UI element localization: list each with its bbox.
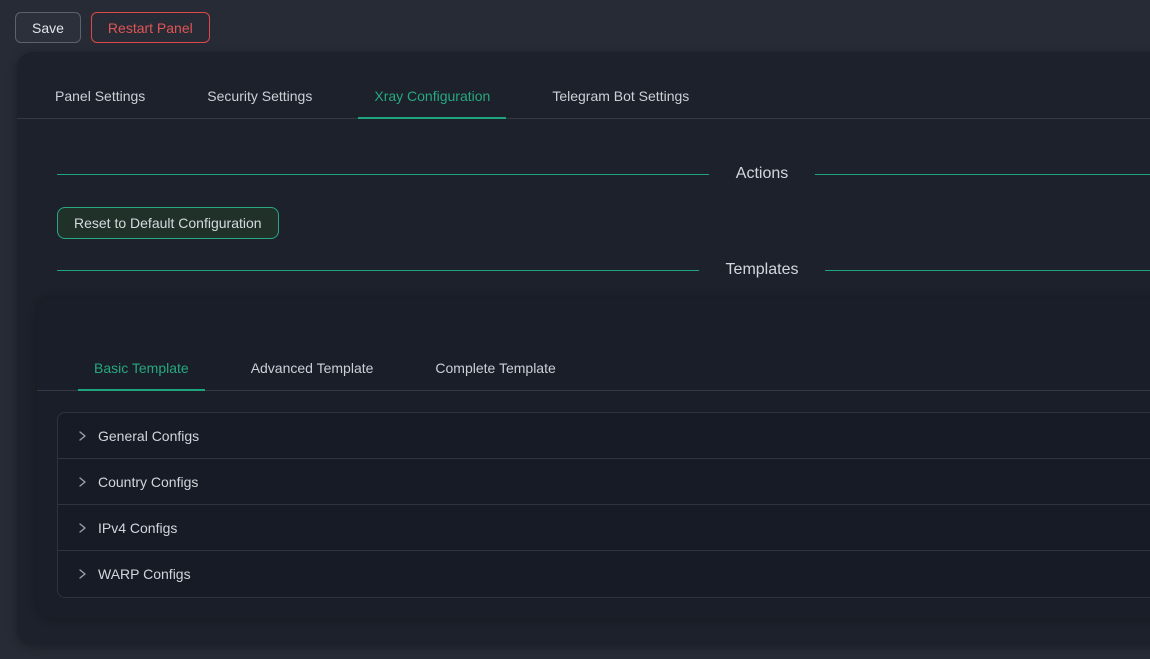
collapse-item-warp-configs[interactable]: WARP Configs <box>58 551 1150 597</box>
tab-xray-configuration[interactable]: Xray Configuration <box>358 74 506 118</box>
collapse-item-label: IPv4 Configs <box>98 520 177 536</box>
collapse-item-label: Country Configs <box>98 474 198 490</box>
tab-basic-template[interactable]: Basic Template <box>78 346 205 390</box>
collapse-item-label: WARP Configs <box>98 566 191 582</box>
xray-configuration-panel: Actions Reset to Default Configuration T… <box>17 163 1150 281</box>
tab-panel-settings[interactable]: Panel Settings <box>39 74 161 118</box>
templates-divider-label: Templates <box>726 259 799 281</box>
actions-divider-label: Actions <box>736 163 788 185</box>
reset-default-configuration-button[interactable]: Reset to Default Configuration <box>57 207 279 239</box>
save-button[interactable]: Save <box>15 12 81 43</box>
templates-card: Basic Template Advanced Template Complet… <box>37 298 1150 619</box>
chevron-right-icon <box>76 522 88 534</box>
chevron-right-icon <box>76 568 88 580</box>
tab-advanced-template[interactable]: Advanced Template <box>235 346 390 390</box>
templates-divider: Templates <box>57 259 1150 281</box>
chevron-right-icon <box>76 430 88 442</box>
restart-panel-button[interactable]: Restart Panel <box>91 12 210 43</box>
collapse-item-label: General Configs <box>98 428 199 444</box>
tab-telegram-bot-settings[interactable]: Telegram Bot Settings <box>536 74 705 118</box>
collapse-item-general-configs[interactable]: General Configs <box>58 413 1150 459</box>
settings-tabbar: Panel Settings Security Settings Xray Co… <box>17 52 1150 119</box>
collapse-item-ipv4-configs[interactable]: IPv4 Configs <box>58 505 1150 551</box>
chevron-right-icon <box>76 476 88 488</box>
collapse-item-country-configs[interactable]: Country Configs <box>58 459 1150 505</box>
configs-collapse-list: General Configs Country Configs IPv4 Con… <box>57 412 1150 598</box>
settings-card: Panel Settings Security Settings Xray Co… <box>17 52 1150 645</box>
tab-complete-template[interactable]: Complete Template <box>419 346 571 390</box>
top-action-bar: Save Restart Panel <box>0 0 1150 52</box>
actions-divider: Actions <box>57 163 1150 185</box>
templates-tabbar: Basic Template Advanced Template Complet… <box>37 298 1150 391</box>
tab-security-settings[interactable]: Security Settings <box>191 74 328 118</box>
